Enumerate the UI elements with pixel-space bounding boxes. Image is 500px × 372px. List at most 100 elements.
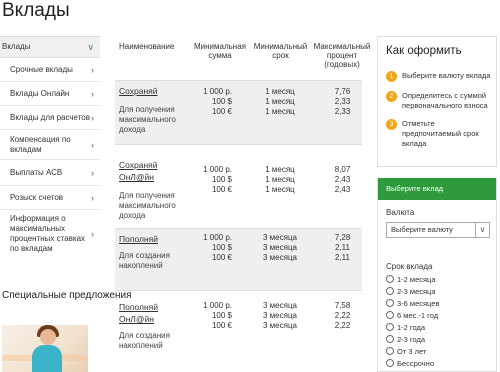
deposit-description: Для создания накоплений <box>119 251 170 270</box>
deposits-table: Наименование Минимальная сумма Минимальн… <box>115 36 370 370</box>
sidebar-item-label: Срочные вклады <box>10 64 73 74</box>
deposit-name-link[interactable]: Пополняй <box>119 233 158 245</box>
chevron-right-icon: › <box>91 88 94 99</box>
max-percent: 7,76 <box>334 87 351 96</box>
term-label: Срок вклада <box>386 262 433 271</box>
deposit-name-link[interactable]: Сохраняй ОнЛ@йн <box>119 159 179 183</box>
sidebar-item-term-deposits[interactable]: Срочные вклады › <box>0 58 100 82</box>
table-header: Наименование Минимальная сумма Минимальн… <box>115 36 370 80</box>
radio-button[interactable] <box>386 323 394 331</box>
sidebar: Вклады ∨ Срочные вклады › Вклады Онлайн … <box>0 36 100 258</box>
min-term: 3 месяца <box>263 233 297 242</box>
deposit-name-link[interactable]: Сохраняй <box>119 85 158 97</box>
currency-select[interactable]: Выберите валюту ∨ <box>386 222 490 238</box>
radio-button[interactable] <box>386 275 394 283</box>
table-row: Пополняй ОнЛ@йн Для создания накоплений … <box>115 290 362 370</box>
sidebar-item-label: Вклады для расчетов <box>10 112 91 122</box>
step-number-badge: 2 <box>386 91 397 102</box>
step-item: 1 Выберите валюту вклада <box>386 71 494 82</box>
column-header-min-term: Минимальный срок <box>253 42 308 60</box>
term-radio-option[interactable]: Бессрочно <box>386 358 434 368</box>
term-radio-option[interactable]: 3-6 месяцев <box>386 298 439 308</box>
term-radio-option[interactable]: 6 мес.-1 год <box>386 310 438 320</box>
sidebar-item-asv-payments[interactable]: Выплаты АСВ › <box>0 160 100 186</box>
term-option-label: 2-3 месяца <box>397 286 436 296</box>
sidebar-item-online-deposits[interactable]: Вклады Онлайн › <box>0 82 100 106</box>
sidebar-item-max-rates-info[interactable]: Информация о максимальных процентных ста… <box>0 210 100 258</box>
min-sum: 100 $ <box>211 175 232 184</box>
radio-button[interactable] <box>386 311 394 319</box>
sidebar-item-account-search[interactable]: Розыск счетов › <box>0 186 100 210</box>
term-radio-option[interactable]: 1-2 месяца <box>386 274 436 284</box>
min-sum: 100 $ <box>211 243 232 252</box>
term-option-label: 3-6 месяцев <box>397 298 440 308</box>
term-option-label: Бессрочно <box>397 358 434 368</box>
min-sum: 1 000 р. <box>203 301 232 310</box>
term-option-label: От 3 лет <box>397 346 427 356</box>
step-text: Отметьте предпочитаемый срок вклада <box>402 119 479 148</box>
sidebar-item-label: Вклады <box>2 42 31 51</box>
term-option-label: 2-3 года <box>397 334 426 344</box>
chevron-right-icon: › <box>91 139 94 150</box>
max-percent: 2,43 <box>334 175 351 184</box>
min-term: 1 месяц <box>265 185 295 194</box>
min-sum: 100 $ <box>211 97 232 106</box>
min-term: 1 месяц <box>265 175 295 184</box>
radio-button[interactable] <box>386 335 394 343</box>
chevron-down-icon: ∨ <box>475 223 489 237</box>
currency-label: Валюта <box>386 208 415 217</box>
page-title: Вклады <box>2 0 70 21</box>
deposit-name-link[interactable]: Пополняй ОнЛ@йн <box>119 301 179 325</box>
max-percent: 2,22 <box>334 311 351 320</box>
chevron-right-icon: › <box>91 192 94 203</box>
column-header-min-sum: Минимальная сумма <box>193 42 246 60</box>
column-header-name: Наименование <box>119 42 175 51</box>
how-to-apply-panel: Как оформить 1 Выберите валюту вклада 2 … <box>377 36 497 167</box>
max-percent: 2,11 <box>335 243 350 252</box>
min-sum: 100 € <box>211 321 232 330</box>
column-header-max-percent: Максимальный процент (годовых) <box>313 42 371 69</box>
max-percent: 7,58 <box>334 301 351 310</box>
min-term: 1 месяц <box>265 107 295 116</box>
term-radio-option[interactable]: 2-3 года <box>386 334 425 344</box>
step-item: 2 Определитесь с суммой первоначального … <box>386 91 494 111</box>
min-term: 3 месяца <box>263 311 297 320</box>
step-text: Определитесь с суммой первоначального вз… <box>402 91 488 110</box>
choose-deposit-header: Выберите вклад <box>378 178 496 200</box>
sidebar-item-settlement-deposits[interactable]: Вклады для расчетов › <box>0 106 100 130</box>
max-percent: 2,33 <box>334 107 351 116</box>
step-text: Выберите валюту вклада <box>402 71 491 80</box>
min-term: 1 месяц <box>265 87 295 96</box>
sidebar-item-label: Компенсация по вкладам <box>10 134 71 154</box>
max-percent: 2,22 <box>334 321 351 330</box>
term-option-label: 1-2 месяца <box>397 274 436 284</box>
min-sum: 100 $ <box>211 311 232 320</box>
special-offers-title: Специальные предложения <box>2 290 132 301</box>
chevron-right-icon: › <box>91 112 94 123</box>
term-radio-option[interactable]: От 3 лет <box>386 346 426 356</box>
term-option-label: 1-2 года <box>397 322 426 332</box>
promo-banner-image[interactable] <box>2 325 88 372</box>
term-radio-option[interactable]: 1-2 года <box>386 322 425 332</box>
radio-button[interactable] <box>386 359 394 367</box>
radio-button[interactable] <box>386 287 394 295</box>
radio-button[interactable] <box>386 299 394 307</box>
term-radio-option[interactable]: 2-3 месяца <box>386 286 436 296</box>
table-row: Пополняй Для создания накоплений 1 000 р… <box>115 228 362 290</box>
step-number-badge: 1 <box>386 71 397 82</box>
radio-button[interactable] <box>386 347 394 355</box>
sidebar-item-compensation[interactable]: Компенсация по вкладам › <box>0 130 100 160</box>
chevron-right-icon: › <box>91 64 94 75</box>
chevron-right-icon: › <box>91 167 94 178</box>
max-percent: 7,28 <box>334 233 351 242</box>
table-row: Сохраняй ОнЛ@йн Для получения максимальн… <box>115 144 362 228</box>
min-sum: 100 € <box>211 107 232 116</box>
max-percent: 2,11 <box>335 253 350 262</box>
max-percent: 2,33 <box>334 97 351 106</box>
sidebar-item-label: Розыск счетов <box>10 192 64 202</box>
choose-deposit-panel: Выберите вклад Валюта Выберите валюту ∨ … <box>377 178 497 372</box>
min-sum: 100 € <box>211 185 232 194</box>
sidebar-item-deposits[interactable]: Вклады ∨ <box>0 36 100 58</box>
min-sum: 1 000 р. <box>203 233 232 242</box>
term-option-label: 6 мес.-1 год <box>397 310 439 320</box>
